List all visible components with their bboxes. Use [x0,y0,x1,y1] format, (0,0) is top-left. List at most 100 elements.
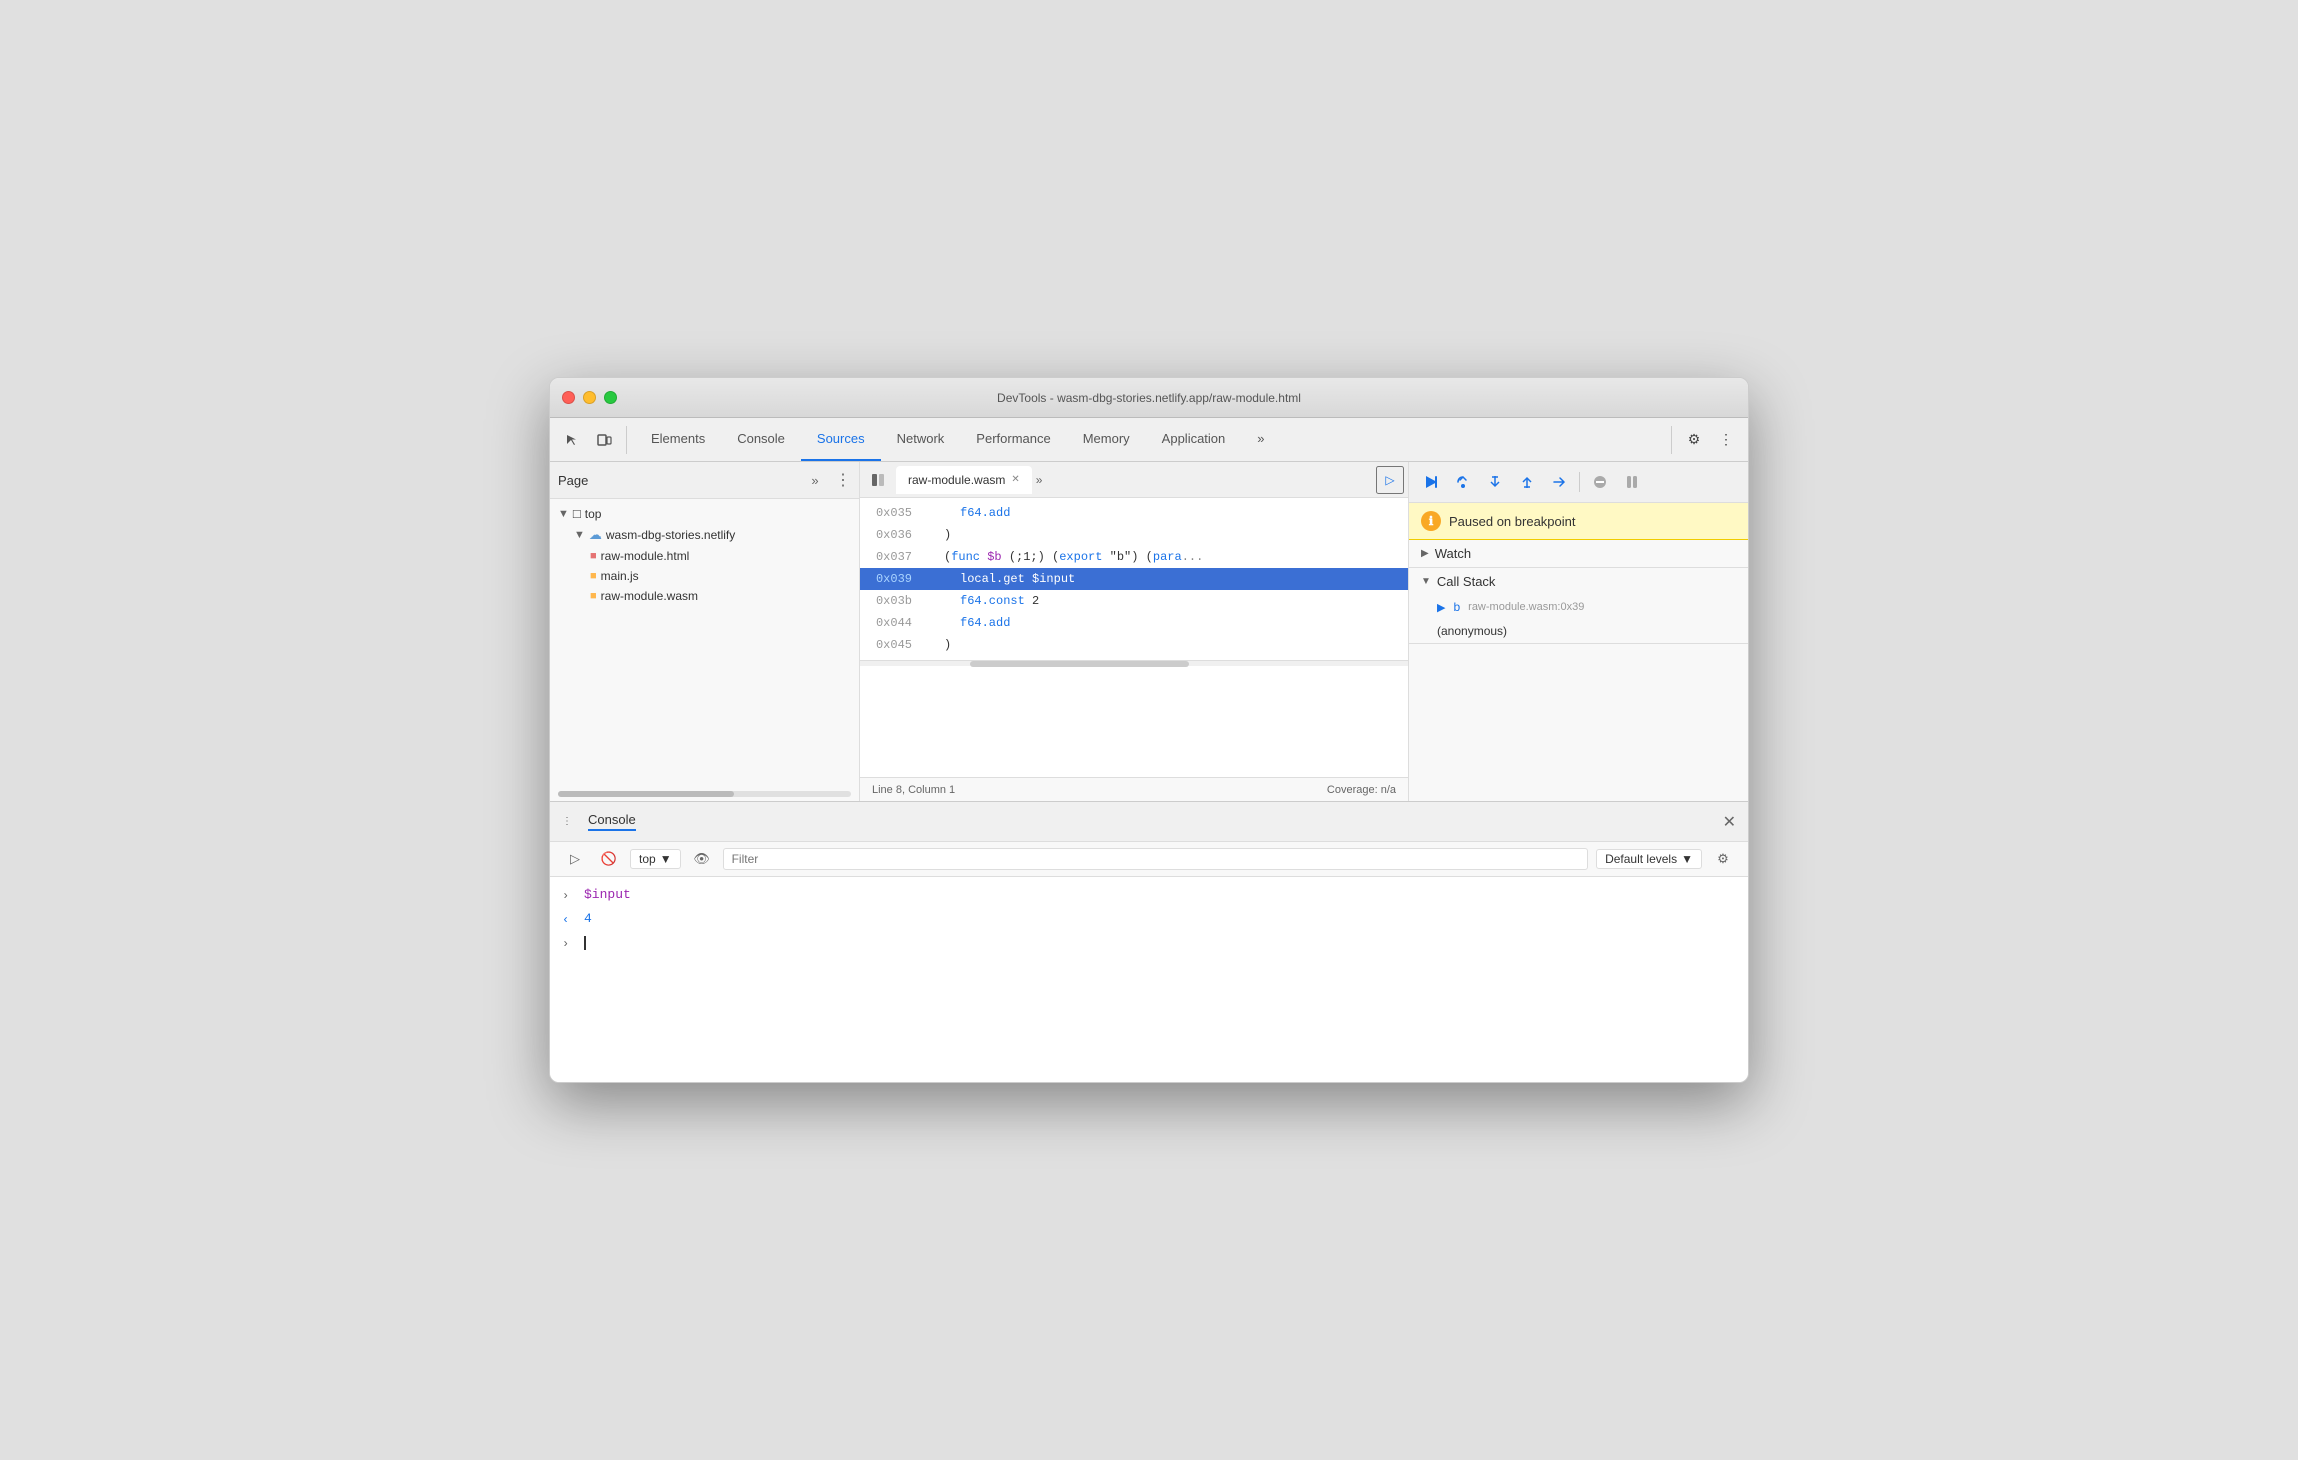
frame-name-anon: (anonymous) [1437,624,1507,638]
folder-icon: □ [573,506,581,521]
nav-tabs: Elements Console Sources Network Perform… [635,418,1671,461]
func-rest: (;1;) ( [1002,550,1060,564]
step-button[interactable] [1545,468,1573,496]
console-header-more-icon[interactable]: ⋮ [562,816,572,827]
debug-toolbar [1409,462,1748,503]
info-icon: ℹ [1421,511,1441,531]
call-stack-item-anonymous[interactable]: (anonymous) [1409,619,1748,643]
device-icon[interactable] [590,426,618,454]
step-over-button[interactable] [1449,468,1477,496]
tab-application[interactable]: Application [1146,418,1242,461]
code-content: 0x035 f64.add 0x036 ) 0x037 [860,498,1408,777]
line-addr-03b: 0x03b [860,594,920,608]
tree-label-js: main.js [601,569,639,583]
resume-button[interactable] [1417,468,1445,496]
chevron-down-icon-callstack: ▼ [1421,576,1431,587]
code-line-03b: 0x03b f64.const 2 [860,590,1408,612]
frame-location-b: raw-module.wasm:0x39 [1468,601,1584,613]
pause-banner: ℹ Paused on breakpoint [1409,503,1748,540]
input-prompt: › [562,937,576,951]
cursor-position: Line 8, Column 1 [872,784,955,796]
sidebar-menu-icon[interactable]: ⋮ [835,470,851,490]
space [1025,572,1032,586]
line-addr-035: 0x035 [860,506,920,520]
tree-item-html[interactable]: ■ raw-module.html [550,546,859,566]
more-tabs-icon[interactable]: » [1036,473,1043,487]
tree-label-origin: wasm-dbg-stories.netlify [606,528,735,542]
kw-f64-const: f64.const [960,594,1025,608]
code-scrollbar[interactable] [860,660,1408,666]
tab-performance[interactable]: Performance [960,418,1066,461]
window-title: DevTools - wasm-dbg-stories.netlify.app/… [997,391,1301,405]
clear-icon[interactable]: 🚫 [596,846,622,872]
const-val: 2 [1025,594,1039,608]
play-icon[interactable]: ▷ [1376,466,1404,494]
sidebar-title: Page [558,473,803,488]
tab-network[interactable]: Network [881,418,961,461]
code-tab-label: raw-module.wasm [908,473,1005,487]
file-tree: ▼ □ top ▼ ☁ wasm-dbg-stories.netlify ■ r… [550,499,859,787]
active-frame-icon: ▶ [1437,601,1445,614]
file-wasm-icon: ■ [590,590,597,602]
paren-045: ) [944,638,951,652]
pause-on-exceptions-button[interactable] [1618,468,1646,496]
console-cursor [584,936,586,950]
tree-item-wasm[interactable]: ■ raw-module.wasm [550,586,859,606]
minimize-button[interactable] [583,391,596,404]
entry-2-text: 4 [584,911,592,926]
step-into-button[interactable] [1481,468,1509,496]
kw-input: $input [1032,572,1075,586]
deactivate-breakpoints-button[interactable] [1586,468,1614,496]
debug-panel: ℹ Paused on breakpoint ▶ Watch ▼ Call St… [1408,462,1748,801]
export-val: "b") ( [1102,550,1152,564]
tab-console[interactable]: Console [721,418,801,461]
watch-header[interactable]: ▶ Watch [1409,540,1748,567]
console-settings-icon[interactable]: ⚙ [1710,846,1736,872]
tab-more[interactable]: » [1241,418,1280,461]
close-button[interactable] [562,391,575,404]
sidebar-more-icon[interactable]: » [803,468,827,492]
traffic-lights [562,391,617,404]
code-line-039: 0x039 local.get $input [860,568,1408,590]
panel-toggle-icon[interactable] [864,466,892,494]
filter-input[interactable] [723,848,1588,870]
levels-dropdown-icon: ▼ [1681,852,1693,866]
tab-elements[interactable]: Elements [635,418,721,461]
tab-sources[interactable]: Sources [801,418,881,461]
separator [1579,472,1580,492]
line-content-036: ) [920,528,959,542]
maximize-button[interactable] [604,391,617,404]
tree-item-origin[interactable]: ▼ ☁ wasm-dbg-stories.netlify [550,524,859,546]
cloud-icon: ☁ [589,527,602,543]
context-label: top [639,852,656,866]
code-line-044: 0x044 f64.add [860,612,1408,634]
code-tab-wasm[interactable]: raw-module.wasm ✕ [896,466,1032,494]
inspect-icon[interactable] [558,426,586,454]
kw-f64-add-044: f64.add [960,616,1010,630]
execute-icon[interactable]: ▷ [562,846,588,872]
line-addr-044: 0x044 [860,616,920,630]
line-content-037: (func $b (;1;) (export "b") (para... [920,550,1211,564]
console-header: ⋮ Console ✕ [550,802,1748,842]
coverage-info: Coverage: n/a [1327,784,1396,796]
sidebar-scrollbar[interactable] [558,791,851,797]
file-sidebar: Page » ⋮ ▼ □ top ▼ ☁ wasm-dbg-stories.ne… [550,462,860,801]
tree-item-top[interactable]: ▼ □ top [550,503,859,524]
close-console-icon[interactable]: ✕ [1723,812,1736,832]
tab-memory[interactable]: Memory [1067,418,1146,461]
call-stack-item-b[interactable]: ▶ b raw-module.wasm:0x39 [1409,595,1748,619]
console-input-line[interactable]: › [550,933,1748,953]
close-tab-icon[interactable]: ✕ [1011,474,1019,485]
kw-param: para [1153,550,1182,564]
step-out-button[interactable] [1513,468,1541,496]
context-selector[interactable]: top ▼ [630,849,681,869]
frame-name-b: b [1453,600,1460,614]
levels-selector[interactable]: Default levels ▼ [1596,849,1702,869]
eye-icon[interactable]: 👁 [689,846,715,872]
tree-item-js[interactable]: ■ main.js [550,566,859,586]
settings-icon[interactable]: ⚙ [1680,426,1708,454]
call-stack-header[interactable]: ▼ Call Stack [1409,568,1748,595]
sidebar-scrollbar-thumb [558,791,734,797]
kw-func: func [951,550,980,564]
more-icon[interactable]: ⋮ [1712,426,1740,454]
